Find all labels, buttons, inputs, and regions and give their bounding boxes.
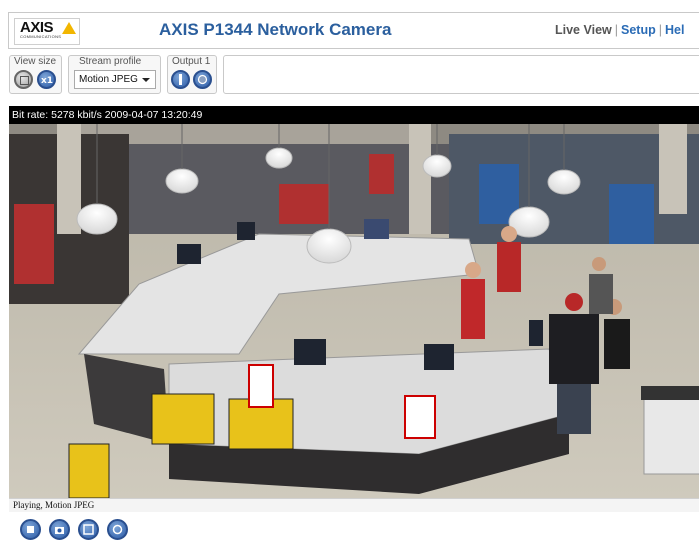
toolbar: View size x1 Stream profile Motion JPEG …	[9, 55, 699, 95]
output-label: Output 1	[172, 56, 211, 67]
logo-triangle-icon	[62, 22, 76, 34]
view-size-group: View size x1	[9, 55, 62, 94]
page-title: AXIS P1344 Network Camera	[159, 20, 392, 39]
header-bar: AXIS COMMUNICATIONS AXIS P1344 Network C…	[8, 12, 699, 49]
bitrate-overlay: Bit rate: 5278 kbit/s 2009-04-07 13:20:4…	[9, 106, 699, 124]
output-pulse-icon[interactable]	[193, 70, 212, 89]
view-size-full-icon[interactable]	[14, 70, 33, 89]
stop-icon[interactable]	[20, 519, 41, 540]
snapshot-icon[interactable]	[49, 519, 70, 540]
nav-separator: |	[614, 23, 618, 37]
stream-profile-group: Stream profile Motion JPEG	[68, 55, 161, 94]
play-icon[interactable]	[107, 519, 128, 540]
logo-subtext: COMMUNICATIONS	[20, 34, 62, 39]
video-scene	[9, 124, 699, 498]
top-navigation: Live View | Setup | Hel	[555, 23, 684, 37]
playback-controls	[20, 519, 140, 541]
status-bar: Playing, Motion JPEG	[9, 498, 699, 512]
toolbar-blank-area	[223, 55, 699, 94]
nav-separator: |	[658, 23, 662, 37]
stream-profile-select[interactable]: Motion JPEG	[74, 70, 156, 89]
fullscreen-icon[interactable]	[78, 519, 99, 540]
video-stream[interactable]	[9, 124, 699, 498]
view-size-scaled-icon[interactable]: x1	[37, 70, 56, 89]
chevron-down-icon	[142, 78, 150, 82]
nav-live-view[interactable]: Live View	[555, 23, 612, 37]
axis-logo: AXIS COMMUNICATIONS	[14, 18, 80, 45]
nav-help-link[interactable]: Hel	[665, 23, 684, 37]
stream-profile-label: Stream profile	[79, 56, 142, 67]
stream-profile-value: Motion JPEG	[79, 74, 138, 85]
nav-setup-link[interactable]: Setup	[621, 23, 656, 37]
output-on-icon[interactable]	[171, 70, 190, 89]
output-group: Output 1	[167, 55, 217, 94]
view-size-label: View size	[14, 56, 57, 67]
svg-text:x1: x1	[41, 76, 53, 86]
